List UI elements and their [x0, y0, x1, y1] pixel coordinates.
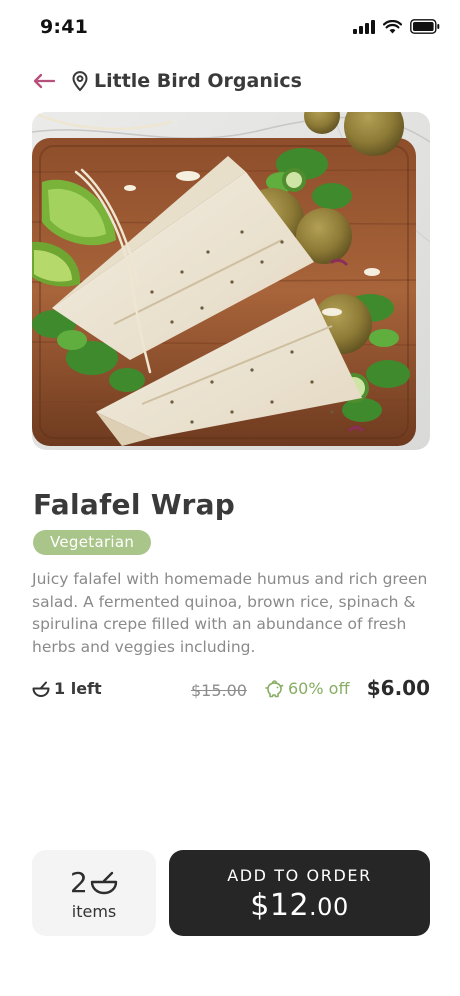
price-row: 1 left $15.00 60% off $6.00: [32, 676, 430, 704]
cellular-signal-icon: [353, 19, 375, 34]
item-count-label: items: [71, 902, 117, 921]
arrow-left-icon: [33, 73, 56, 89]
item-count: 2: [70, 866, 88, 899]
header: Little Bird Organics: [30, 64, 430, 98]
discount-badge: 60% off: [264, 679, 349, 698]
store-location[interactable]: Little Bird Organics: [72, 70, 302, 92]
bowl-icon: [90, 871, 118, 895]
product-description: Juicy falafel with homemade humus and ri…: [32, 570, 428, 656]
location-pin-icon: [72, 71, 88, 91]
status-bar: 9:41: [0, 0, 460, 56]
status-icons: [353, 19, 440, 34]
add-to-order-button[interactable]: ADD TO ORDER $12.00: [169, 850, 430, 936]
bowl-icon: [32, 681, 50, 697]
product-screen: 9:41 Little Bird Organics Falafel Wrap V…: [0, 0, 460, 996]
battery-icon: [410, 19, 440, 34]
vegetarian-badge: Vegetarian: [33, 530, 152, 555]
store-name: Little Bird Organics: [94, 70, 302, 92]
stock-indicator: 1 left: [32, 679, 102, 698]
back-button[interactable]: [30, 67, 58, 95]
item-count-row: 2: [70, 868, 118, 898]
order-total-cents: .00: [309, 893, 349, 921]
add-to-order-label: ADD TO ORDER: [227, 866, 372, 885]
stock-count: 1 left: [54, 679, 102, 698]
discount-text: 60% off: [288, 679, 350, 698]
status-time: 9:41: [40, 16, 89, 38]
original-price: $15.00: [191, 681, 247, 700]
order-total: $12.00: [169, 888, 430, 923]
product-title: Falafel Wrap: [33, 488, 236, 521]
piggy-bank-icon: [265, 679, 284, 697]
current-price: $6.00: [366, 676, 430, 700]
falafel-wrap-illustration: [32, 112, 430, 450]
item-count-box[interactable]: 2 items: [32, 850, 156, 936]
wifi-icon: [383, 19, 402, 33]
product-image: [32, 112, 430, 450]
order-total-dollars: $12: [250, 888, 310, 923]
